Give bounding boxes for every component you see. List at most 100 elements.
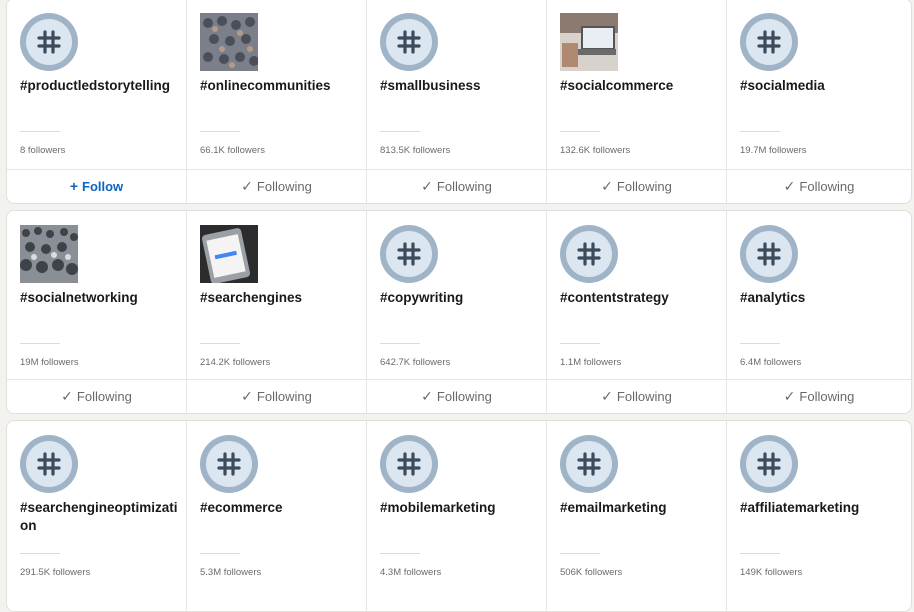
- check-icon: ✓: [601, 177, 613, 194]
- hashtag-name[interactable]: #searchengines: [200, 289, 360, 307]
- follower-count: 19.7M followers: [740, 145, 807, 156]
- follower-count: 66.1K followers: [200, 145, 265, 156]
- hashtag-icon: [560, 225, 618, 283]
- hashtag-icon: [20, 435, 78, 493]
- following-button[interactable]: ✓ Following: [187, 379, 366, 412]
- laptop-photo: [560, 13, 618, 71]
- check-icon: ✓: [601, 387, 613, 404]
- divider: [740, 131, 780, 132]
- phone-photo: [200, 225, 258, 283]
- hashtag-name[interactable]: #copywriting: [380, 289, 540, 307]
- following-button-label: Following: [436, 388, 492, 404]
- following-button-label: Following: [616, 178, 672, 194]
- divider: [380, 343, 420, 344]
- follower-count: 291.5K followers: [20, 567, 91, 578]
- follower-count: 4.3M followers: [380, 567, 442, 578]
- hashtag-name[interactable]: #mobilemarketing: [380, 499, 540, 517]
- hashtag-name[interactable]: #socialnetworking: [20, 289, 180, 307]
- hashtag-row-2: #socialnetworking 19M followers ✓ Followi…: [6, 210, 912, 414]
- following-button[interactable]: ✓ Following: [367, 379, 546, 412]
- following-button-label: Following: [799, 388, 855, 404]
- divider: [20, 553, 60, 554]
- hashtag-card[interactable]: #searchengines 214.2K followers ✓ Followi…: [187, 211, 367, 413]
- follower-count: 149K followers: [740, 567, 803, 578]
- following-button-label: Following: [256, 388, 312, 404]
- hashtag-card[interactable]: #onlinecommunities 66.1K followers ✓ Foll…: [187, 0, 367, 203]
- divider: [200, 553, 240, 554]
- divider: [20, 343, 60, 344]
- follower-count: 5.3M followers: [200, 567, 262, 578]
- following-button[interactable]: ✓ Following: [547, 169, 726, 202]
- hashtag-card[interactable]: #affiliatemarketing 149K followers: [727, 421, 911, 611]
- follower-count: 506K followers: [560, 567, 623, 578]
- hashtag-card[interactable]: #smallbusiness 813.5K followers ✓ Followi…: [367, 0, 547, 203]
- hashtag-card[interactable]: #socialcommerce 132.6K followers ✓ Follow…: [547, 0, 727, 203]
- divider: [560, 553, 600, 554]
- hashtag-card[interactable]: #analytics 6.4M followers ✓ Following: [727, 211, 911, 413]
- hashtag-name[interactable]: #productledstorytelling: [20, 77, 180, 95]
- follower-count: 6.4M followers: [740, 357, 802, 368]
- hashtag-name[interactable]: #analytics: [740, 289, 900, 307]
- divider: [380, 131, 420, 132]
- check-icon: ✓: [241, 387, 253, 404]
- hashtag-name[interactable]: #affiliatemarketing: [740, 499, 900, 517]
- check-icon: ✓: [783, 387, 796, 404]
- follow-button[interactable]: + Follow: [7, 169, 186, 202]
- hashtag-icon: [200, 435, 258, 493]
- hashtag-card[interactable]: #contentstrategy 1.1M followers ✓ Followi…: [547, 211, 727, 413]
- hashtag-name[interactable]: #smallbusiness: [380, 77, 540, 95]
- hashtag-card[interactable]: #socialmedia 19.7M followers ✓ Following: [727, 0, 911, 203]
- divider: [380, 553, 420, 554]
- divider: [740, 343, 780, 344]
- following-button[interactable]: ✓ Following: [547, 379, 726, 412]
- follow-button-label: Follow: [82, 178, 124, 194]
- follower-count: 19M followers: [20, 357, 79, 368]
- check-icon: ✓: [61, 387, 73, 404]
- hashtag-row-3: #searchengineoptimization 291.5K followe…: [6, 420, 912, 612]
- follower-count: 8 followers: [20, 145, 66, 156]
- following-button[interactable]: ✓ Following: [7, 379, 186, 412]
- follower-count: 132.6K followers: [560, 145, 631, 156]
- hashtag-card[interactable]: #copywriting 642.7K followers ✓ Following: [367, 211, 547, 413]
- hashtag-name[interactable]: #socialcommerce: [560, 77, 720, 95]
- hashtag-name[interactable]: #socialmedia: [740, 77, 900, 95]
- check-icon: ✓: [421, 177, 433, 194]
- following-button[interactable]: ✓ Following: [367, 169, 546, 202]
- divider: [560, 343, 600, 344]
- divider: [20, 131, 60, 132]
- hashtag-icon: [380, 13, 438, 71]
- following-button-label: Following: [436, 178, 492, 194]
- hashtag-card[interactable]: #mobilemarketing 4.3M followers: [367, 421, 547, 611]
- divider: [200, 131, 240, 132]
- hashtag-icon: [20, 13, 78, 71]
- hashtag-card[interactable]: #productledstorytelling 8 followers + Fol…: [7, 0, 187, 203]
- following-button[interactable]: ✓ Following: [187, 169, 366, 202]
- following-button-label: Following: [799, 178, 855, 194]
- check-icon: ✓: [241, 177, 253, 194]
- check-icon: ✓: [421, 387, 433, 404]
- hashtag-card[interactable]: #ecommerce 5.3M followers: [187, 421, 367, 611]
- following-button[interactable]: ✓ Following: [727, 169, 911, 202]
- hashtag-card[interactable]: #emailmarketing 506K followers: [547, 421, 727, 611]
- hashtag-name[interactable]: #searchengineoptimization: [20, 499, 180, 535]
- hashtag-name[interactable]: #contentstrategy: [560, 289, 720, 307]
- hashtag-icon: [740, 13, 798, 71]
- divider: [200, 343, 240, 344]
- following-button-label: Following: [616, 388, 672, 404]
- plus-icon: +: [69, 178, 78, 194]
- hashtag-icon: [380, 435, 438, 493]
- hashtag-name[interactable]: #onlinecommunities: [200, 77, 360, 95]
- follower-count: 214.2K followers: [200, 357, 271, 368]
- hashtag-card[interactable]: #socialnetworking 19M followers ✓ Followi…: [7, 211, 187, 413]
- hashtag-name[interactable]: #emailmarketing: [560, 499, 720, 517]
- crowd-photo: [20, 225, 78, 283]
- following-button-label: Following: [76, 388, 132, 404]
- following-button[interactable]: ✓ Following: [727, 379, 911, 412]
- follower-count: 1.1M followers: [560, 357, 622, 368]
- follower-count: 813.5K followers: [380, 145, 451, 156]
- hashtag-icon: [380, 225, 438, 283]
- divider: [560, 131, 600, 132]
- hashtag-card[interactable]: #searchengineoptimization 291.5K followe…: [7, 421, 187, 611]
- hashtag-name[interactable]: #ecommerce: [200, 499, 360, 517]
- follower-count: 642.7K followers: [380, 357, 451, 368]
